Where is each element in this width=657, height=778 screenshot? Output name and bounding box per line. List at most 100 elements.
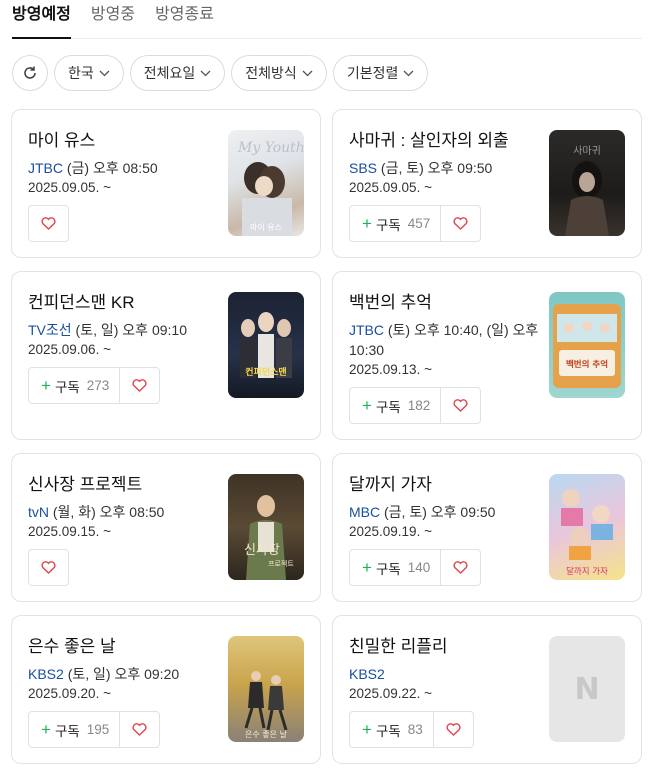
card-actions: + 구독 457 <box>349 205 482 242</box>
subscribe-button[interactable]: + 구독 182 <box>350 388 442 423</box>
refresh-button[interactable] <box>12 55 48 91</box>
drama-title[interactable]: 신사장 프로젝트 <box>28 470 142 495</box>
channel-name[interactable]: MBC <box>349 504 380 520</box>
subscribe-button[interactable]: + 구독 457 <box>350 206 442 241</box>
drama-title[interactable]: 백번의 추억 <box>349 288 432 313</box>
drama-poster[interactable]: My Youth 마이 유스 <box>228 130 304 236</box>
channel-name[interactable]: JTBC <box>349 322 384 338</box>
start-date: 2025.09.13. ~ <box>349 362 432 377</box>
start-date: 2025.09.06. ~ <box>28 342 111 357</box>
card-actions: + 구독 182 <box>349 387 482 424</box>
drama-card[interactable]: 은수 좋은 날 KBS2 (토, 일) 오후 09:20 2025.09.20.… <box>11 615 321 764</box>
card-actions: + 구독 140 <box>349 549 482 586</box>
like-button[interactable] <box>441 206 480 241</box>
drama-card[interactable]: 마이 유스 JTBC (금) 오후 08:50 2025.09.05. ~ My… <box>11 109 321 258</box>
drama-card[interactable]: 친밀한 리플리 KBS2 2025.09.22. ~ + 구독 83 N <box>332 615 642 764</box>
drama-poster[interactable]: 백번의 추억 <box>549 292 625 398</box>
subscribe-label: 구독 <box>375 561 401 577</box>
heart-icon <box>446 723 461 736</box>
channel-name[interactable]: KBS2 <box>349 666 385 682</box>
plus-icon: + <box>362 395 372 415</box>
drama-title[interactable]: 사마귀 : 살인자의 외출 <box>349 126 509 151</box>
airtime: (월, 화) 오후 08:50 <box>49 504 165 520</box>
broadcast-schedule: KBS2 (토, 일) 오후 09:20 <box>28 664 218 684</box>
drama-title[interactable]: 컨피던스맨 KR <box>28 288 135 313</box>
subscribe-label: 구독 <box>54 379 80 395</box>
chevron-down-icon <box>200 70 211 76</box>
card-actions: + 구독 83 <box>349 711 474 748</box>
heart-icon <box>132 379 147 392</box>
like-button[interactable] <box>434 712 473 747</box>
broadcast-schedule: JTBC (금) 오후 08:50 <box>28 158 218 178</box>
poster-placeholder[interactable]: N <box>549 636 625 742</box>
broadcast-schedule: TV조선 (토, 일) 오후 09:10 <box>28 320 218 340</box>
method-filter-label: 전체방식 <box>245 65 297 81</box>
subscribe-button[interactable]: + 구독 83 <box>350 712 434 747</box>
like-button[interactable] <box>29 206 68 241</box>
country-filter-label: 한국 <box>68 65 94 81</box>
country-filter[interactable]: 한국 <box>54 55 124 91</box>
poster-art: 신사장 프로젝트 <box>244 495 294 580</box>
subscriber-count: 140 <box>407 560 431 575</box>
poster-art: My Youth 마이 유스 <box>237 140 304 236</box>
like-button[interactable] <box>29 550 68 585</box>
drama-title[interactable]: 마이 유스 <box>28 126 95 151</box>
tab-ended[interactable]: 방영종료 <box>155 0 214 39</box>
poster-art: 은수 좋은 날 <box>244 671 288 739</box>
subscribe-button[interactable]: + 구독 273 <box>29 368 121 403</box>
subscriber-count: 457 <box>407 216 431 231</box>
airtime: (토, 일) 오후 09:20 <box>63 666 180 682</box>
heart-icon <box>453 399 468 412</box>
chevron-down-icon <box>403 70 414 76</box>
day-filter-label: 전체요일 <box>143 65 196 81</box>
drama-card[interactable]: 달까지 가자 MBC (금, 토) 오후 09:50 2025.09.19. ~… <box>332 453 642 602</box>
start-date: 2025.09.19. ~ <box>349 524 432 539</box>
poster-title: 은수 좋은 날 <box>245 729 288 739</box>
channel-name[interactable]: SBS <box>349 160 377 176</box>
tab-upcoming[interactable]: 방영예정 <box>12 0 71 39</box>
drama-card[interactable]: 사마귀 : 살인자의 외출 SBS (금, 토) 오후 09:50 2025.0… <box>332 109 642 258</box>
channel-name[interactable]: tvN <box>28 504 49 520</box>
method-filter[interactable]: 전체방식 <box>231 55 327 91</box>
subscribe-button[interactable]: + 구독 195 <box>29 712 121 747</box>
drama-title[interactable]: 친밀한 리플리 <box>349 632 448 657</box>
drama-poster[interactable]: 신사장 프로젝트 <box>228 474 304 580</box>
channel-name[interactable]: KBS2 <box>28 666 64 682</box>
broadcast-schedule: KBS2 <box>349 664 539 684</box>
drama-card[interactable]: 컨피던스맨 KR TV조선 (토, 일) 오후 09:10 2025.09.06… <box>11 271 321 440</box>
drama-poster[interactable]: 달까지 가자 <box>549 474 625 580</box>
like-button[interactable] <box>120 712 159 747</box>
channel-name[interactable]: JTBC <box>28 160 63 176</box>
drama-title[interactable]: 달까지 가자 <box>349 470 432 495</box>
drama-poster[interactable]: 은수 좋은 날 <box>228 636 304 742</box>
poster-art: 백번의 추억 <box>553 304 621 388</box>
poster-art: 달까지 가자 <box>561 489 613 577</box>
like-button[interactable] <box>120 368 159 403</box>
heart-icon <box>132 723 147 736</box>
plus-icon: + <box>362 557 372 577</box>
filter-bar: 한국 전체요일 전체방식 기본정렬 <box>12 55 434 91</box>
heart-icon <box>453 561 468 574</box>
drama-poster[interactable]: 사마귀 <box>549 130 625 236</box>
drama-title[interactable]: 은수 좋은 날 <box>28 632 116 657</box>
start-date: 2025.09.15. ~ <box>28 524 111 539</box>
plus-icon: + <box>362 719 372 739</box>
sort-filter[interactable]: 기본정렬 <box>332 55 429 91</box>
drama-card[interactable]: 신사장 프로젝트 tvN (월, 화) 오후 08:50 2025.09.15.… <box>11 453 321 602</box>
card-actions <box>28 205 69 242</box>
like-button[interactable] <box>441 550 480 585</box>
tab-airing[interactable]: 방영중 <box>91 0 135 39</box>
start-date: 2025.09.05. ~ <box>349 180 432 195</box>
subscribe-label: 구독 <box>375 399 401 415</box>
plus-icon: + <box>41 719 51 739</box>
airtime: (금, 토) 오후 09:50 <box>380 504 496 520</box>
subscribe-button[interactable]: + 구독 140 <box>350 550 442 585</box>
day-filter[interactable]: 전체요일 <box>129 55 226 91</box>
poster-script: 신사장 <box>244 543 280 558</box>
channel-name[interactable]: TV조선 <box>28 322 72 338</box>
drama-poster[interactable]: 컨피던스맨 <box>228 292 304 398</box>
like-button[interactable] <box>441 388 480 423</box>
plus-icon: + <box>362 213 372 233</box>
poster-art: 컨피던스맨 <box>240 312 292 378</box>
drama-card[interactable]: 백번의 추억 JTBC (토) 오후 10:40, (일) 오후 10:30 2… <box>332 271 642 440</box>
